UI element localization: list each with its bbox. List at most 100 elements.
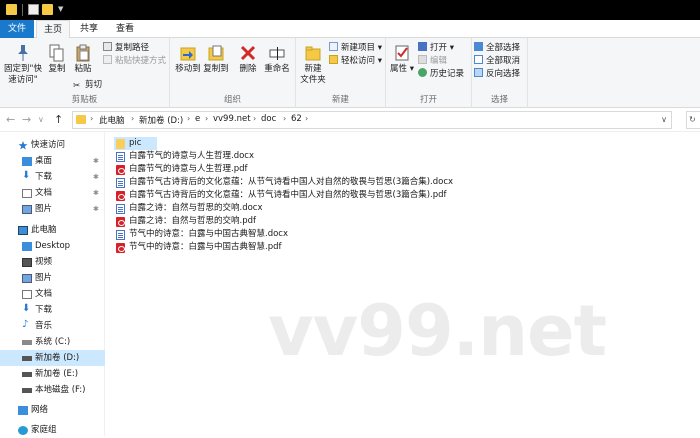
- copy-icon: [49, 44, 64, 62]
- toolbar-separator: [22, 4, 23, 16]
- open-button[interactable]: 打开 ▾: [418, 42, 454, 54]
- invert-selection-label: 反向选择: [486, 69, 521, 79]
- breadcrumb-separator[interactable]: ›: [131, 114, 134, 123]
- tab-share[interactable]: 共享: [72, 20, 106, 38]
- easy-access-label: 轻松访问: [341, 56, 376, 66]
- copy-to-button[interactable]: 复制到: [202, 44, 230, 75]
- properties-icon[interactable]: [28, 4, 39, 15]
- paste-label: 粘贴: [74, 64, 92, 74]
- recent-dropdown-icon[interactable]: ∨: [38, 115, 44, 124]
- copy-path-button[interactable]: 复制路径: [103, 42, 149, 54]
- pin-quick-access-button[interactable]: 固定到"快 速访问": [2, 44, 44, 86]
- nav-desktop[interactable]: 桌面 ✱: [0, 153, 105, 169]
- network-icon: [18, 406, 28, 415]
- breadcrumb-doc[interactable]: doc: [261, 114, 276, 124]
- rename-button[interactable]: 重命名: [262, 44, 292, 75]
- nav-documents[interactable]: 文档 ✱: [0, 185, 105, 201]
- file-row-folder[interactable]: pic: [114, 137, 157, 150]
- nav-pictures-pc[interactable]: 图片: [0, 270, 105, 286]
- pin-icon[interactable]: ✱: [93, 153, 99, 169]
- breadcrumb-separator[interactable]: ›: [90, 114, 93, 123]
- up-arrow-icon[interactable]: ↑: [54, 113, 63, 126]
- tab-file[interactable]: 文件: [0, 20, 34, 38]
- breadcrumb-e[interactable]: e: [195, 114, 200, 124]
- new-folder-button[interactable]: 新建 文件夹: [298, 44, 328, 86]
- history-button[interactable]: 历史记录: [418, 68, 464, 80]
- breadcrumb-separator[interactable]: ›: [283, 114, 286, 123]
- clipboard-group: 固定到"快 速访问" 复制 粘贴 复制路径 粘贴快捷方式 ✂ 剪切 剪贴板: [0, 38, 170, 108]
- address-row: ← → ∨ ↑ › 此电脑 › 新加卷 (D:) › e › vv99.net …: [0, 108, 700, 132]
- paste-shortcut-button[interactable]: 粘贴快捷方式: [103, 55, 166, 67]
- pdf-icon: [116, 165, 125, 175]
- tab-home[interactable]: 主页: [36, 20, 70, 39]
- forward-arrow-icon[interactable]: →: [22, 113, 31, 126]
- invert-selection-button[interactable]: 反向选择: [474, 68, 520, 80]
- desktop-icon: [22, 157, 32, 166]
- nav-drive-c[interactable]: 系统 (C:): [0, 334, 105, 350]
- nav-quick-access[interactable]: 快速访问: [0, 137, 105, 153]
- easy-access-button[interactable]: 轻松访问 ▾: [329, 55, 382, 67]
- new-group: 新建 文件夹 新建项目 ▾ 轻松访问 ▾ 新建: [296, 38, 386, 108]
- nav-downloads-pc[interactable]: ⬇ 下载: [0, 302, 105, 318]
- clipboard-group-label: 剪贴板: [71, 95, 98, 105]
- breadcrumb-separator[interactable]: ›: [205, 114, 208, 123]
- invert-selection-icon: [474, 68, 483, 77]
- pin-icon[interactable]: ✱: [93, 185, 99, 201]
- pin-label-line1: 固定到"快: [4, 64, 42, 74]
- history-icon: [418, 68, 427, 77]
- nav-drive-e[interactable]: 新加卷 (E:): [0, 366, 105, 382]
- properties-button[interactable]: 属性 ▾: [388, 44, 416, 75]
- paste-button[interactable]: 粘贴: [70, 44, 96, 75]
- move-to-button[interactable]: 移动到: [174, 44, 202, 75]
- picture-icon: [22, 274, 32, 283]
- nav-network[interactable]: 网络: [0, 402, 105, 418]
- history-label: 历史记录: [430, 69, 465, 79]
- copy-to-icon: [208, 45, 224, 61]
- nav-label: 视频: [35, 257, 53, 267]
- nav-label: 此电脑: [31, 225, 57, 235]
- edit-button[interactable]: 编辑: [418, 55, 447, 67]
- copy-path-label: 复制路径: [115, 43, 150, 53]
- address-bar[interactable]: › 此电脑 › 新加卷 (D:) › e › vv99.net › doc › …: [72, 111, 672, 129]
- rename-label: 重命名: [264, 64, 290, 74]
- nav-label: 文档: [35, 289, 53, 299]
- open-group: 属性 ▾ 打开 ▾ 编辑 历史记录 打开: [386, 38, 472, 108]
- nav-videos[interactable]: 视频: [0, 254, 105, 270]
- breadcrumb-this-pc[interactable]: 此电脑: [99, 114, 125, 126]
- select-all-icon: [474, 42, 483, 51]
- delete-button[interactable]: 删除: [236, 44, 260, 75]
- drive-icon: [22, 372, 32, 377]
- ribbon: 固定到"快 速访问" 复制 粘贴 复制路径 粘贴快捷方式 ✂ 剪切 剪贴板 移动…: [0, 38, 700, 108]
- breadcrumb-vv99[interactable]: vv99.net: [213, 114, 251, 124]
- cut-button[interactable]: ✂ 剪切: [73, 79, 102, 91]
- nav-label: 下载: [35, 305, 53, 315]
- back-arrow-icon[interactable]: ←: [6, 113, 15, 126]
- nav-pictures[interactable]: 图片 ✱: [0, 201, 105, 217]
- nav-drive-f[interactable]: 本地磁盘 (F:): [0, 382, 105, 398]
- new-item-button[interactable]: 新建项目 ▾: [329, 42, 382, 54]
- copy-button[interactable]: 复制: [44, 44, 70, 75]
- breadcrumb-separator[interactable]: ›: [187, 114, 190, 123]
- cut-label: 剪切: [85, 80, 103, 90]
- nav-downloads[interactable]: ⬇ 下载 ✱: [0, 169, 105, 185]
- breadcrumb-62[interactable]: 62: [291, 114, 302, 124]
- breadcrumb-separator[interactable]: ›: [253, 114, 256, 123]
- dropdown-icon[interactable]: ▼: [58, 5, 63, 13]
- breadcrumb-drive-d[interactable]: 新加卷 (D:): [139, 114, 183, 126]
- nav-this-pc[interactable]: 此电脑: [0, 222, 105, 238]
- pin-icon[interactable]: ✱: [93, 201, 99, 217]
- nav-desktop-folder[interactable]: Desktop: [0, 238, 105, 254]
- tab-view[interactable]: 查看: [108, 20, 142, 38]
- select-none-button[interactable]: 全部取消: [474, 55, 520, 67]
- select-all-button[interactable]: 全部选择: [474, 42, 520, 54]
- new-folder-icon[interactable]: [42, 4, 53, 15]
- file-name: 节气中的诗意：白露与中国古典智慧.pdf: [129, 242, 282, 252]
- nav-music[interactable]: ♪ 音乐: [0, 318, 105, 334]
- nav-drive-d[interactable]: 新加卷 (D:): [0, 350, 105, 366]
- new-folder-label-line1: 新建: [304, 64, 322, 74]
- pin-icon[interactable]: ✱: [93, 169, 99, 185]
- nav-documents-pc[interactable]: 文档: [0, 286, 105, 302]
- search-box[interactable]: ↻: [686, 111, 700, 129]
- address-dropdown-icon[interactable]: ∨: [661, 115, 667, 124]
- breadcrumb-separator[interactable]: ›: [305, 114, 308, 123]
